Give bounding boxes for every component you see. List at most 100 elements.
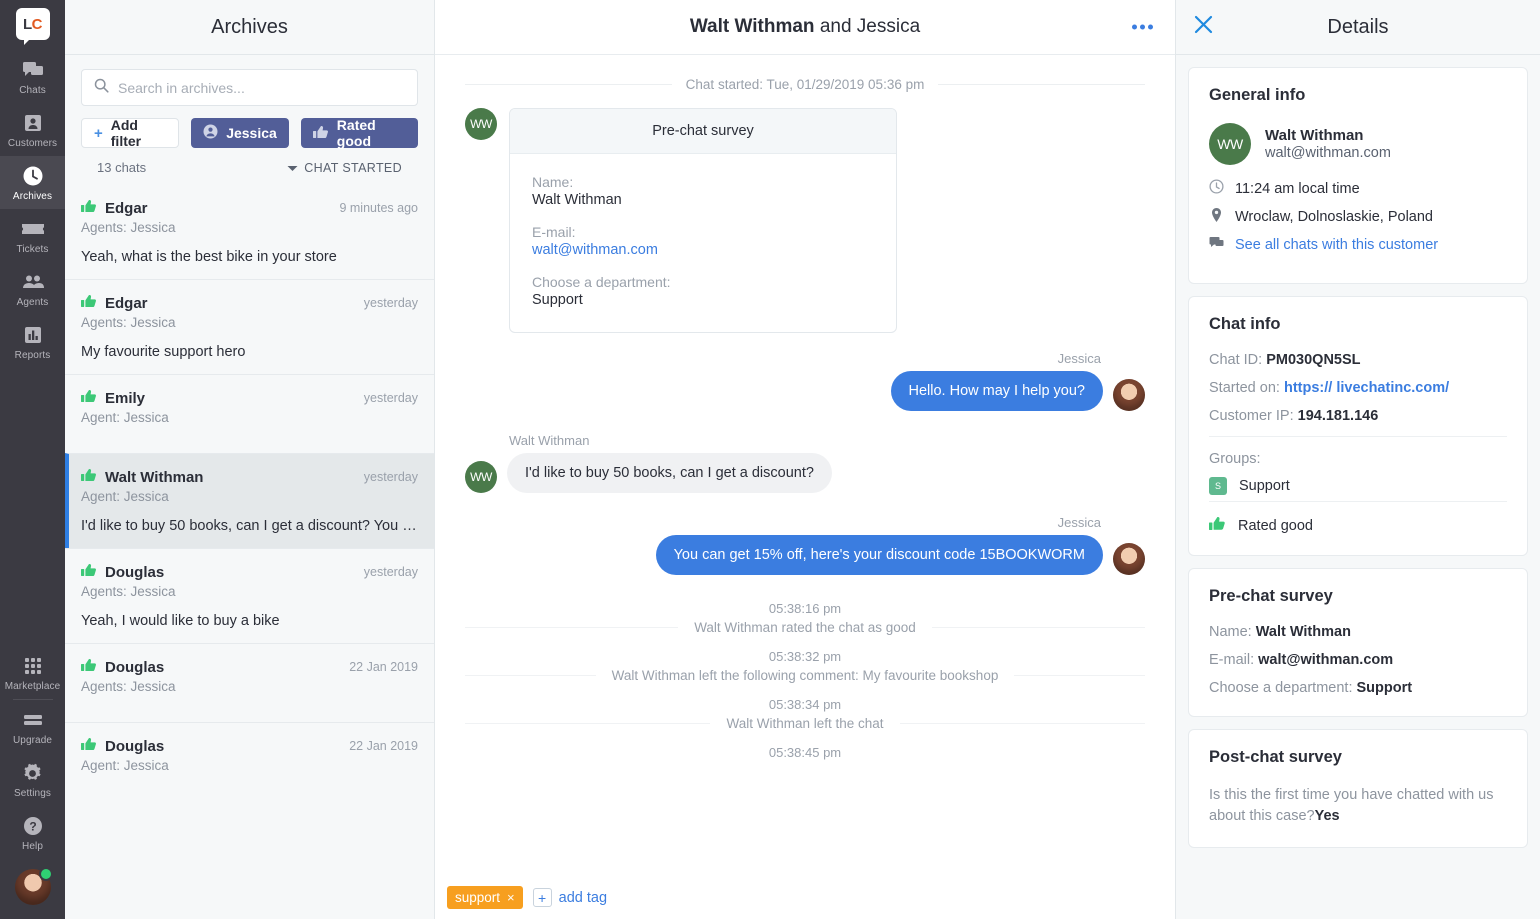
filter-chips: + Add filter Jessica Rated good bbox=[81, 117, 418, 149]
message-bubble: You can get 15% off, here's your discoun… bbox=[655, 535, 1103, 576]
list-item[interactable]: Emily yesterday Agent: Jessica bbox=[65, 374, 434, 453]
list-item[interactable]: Douglas 22 Jan 2019 Agent: Jessica bbox=[65, 722, 434, 787]
filter-chip-label: Rated good bbox=[336, 117, 376, 149]
location-text: Wroclaw, Dolnoslaskie, Poland bbox=[1235, 209, 1433, 225]
sidebar-item-upgrade[interactable]: Upgrade bbox=[0, 700, 65, 753]
agent-avatar bbox=[1113, 379, 1145, 412]
archives-header: Archives bbox=[65, 0, 434, 55]
event-text: Walt Withman left the chat bbox=[726, 716, 884, 732]
system-event: 05:38:45 pm bbox=[465, 745, 1145, 760]
help-question-icon: ? bbox=[21, 815, 45, 837]
sidebar-item-label: Reports bbox=[14, 350, 51, 361]
add-tag-button[interactable]: + add tag bbox=[532, 888, 607, 907]
chat-panel: Walt Withman and Jessica Chat started: T… bbox=[435, 0, 1175, 919]
thumb-up-icon bbox=[312, 125, 329, 142]
sidebar-item-label: Settings bbox=[14, 788, 51, 799]
sidebar-item-marketplace[interactable]: Marketplace bbox=[0, 646, 65, 699]
sidebar-item-label: Customers bbox=[7, 138, 58, 149]
sidebar-item-customers[interactable]: Customers bbox=[0, 103, 65, 156]
sidebar-item-help[interactable]: ? Help bbox=[0, 806, 65, 859]
filter-chip-agent[interactable]: Jessica bbox=[191, 118, 289, 148]
pre-survey-question: Choose a department: bbox=[1209, 680, 1353, 696]
close-icon[interactable] bbox=[1194, 15, 1213, 39]
chat-bubble-icon bbox=[1209, 236, 1224, 254]
survey-question: Name: bbox=[532, 174, 574, 190]
post-survey-question: Is this the first time you have chatted … bbox=[1209, 787, 1494, 825]
avatar-initials: WW bbox=[1217, 136, 1243, 152]
tag-bar: support × + add tag bbox=[435, 878, 1175, 919]
list-item-agents: Agents: Jessica bbox=[81, 679, 176, 694]
avatar[interactable] bbox=[14, 867, 53, 905]
pre-survey-answer: Walt Withman bbox=[1255, 624, 1351, 640]
local-time-text: 11:24 am local time bbox=[1235, 180, 1360, 197]
list-item-name: Edgar bbox=[105, 199, 148, 217]
chat-tag[interactable]: support × bbox=[447, 886, 523, 909]
message-bubble: I'd like to buy 50 books, can I get a di… bbox=[507, 453, 832, 494]
sidebar-item-label: Help bbox=[22, 841, 43, 852]
online-status-dot bbox=[38, 867, 53, 881]
remove-tag-icon[interactable]: × bbox=[507, 890, 515, 905]
filter-chip-label: Jessica bbox=[226, 125, 277, 141]
pre-chat-survey-message: WW Pre-chat survey Name: Walt Withman E-… bbox=[465, 108, 1145, 333]
thumb-up-icon bbox=[81, 468, 97, 486]
search-input[interactable]: Search in archives... bbox=[81, 69, 418, 106]
event-text: Walt Withman rated the chat as good bbox=[694, 620, 916, 636]
list-item[interactable]: Edgar 9 minutes ago Agents: Jessica Yeah… bbox=[65, 185, 434, 279]
sidebar-item-reports[interactable]: Reports bbox=[0, 315, 65, 368]
thumb-up-icon bbox=[81, 563, 97, 581]
sidebar-item-label: Marketplace bbox=[4, 681, 61, 692]
pre-survey-answer: walt@withman.com bbox=[1258, 652, 1394, 668]
divider bbox=[1209, 436, 1507, 437]
chat-started-label: Chat started: Tue, 01/29/2019 05:36 pm bbox=[685, 77, 925, 92]
sidebar-item-chats[interactable]: Chats bbox=[0, 50, 65, 103]
chevron-down-icon bbox=[287, 161, 298, 175]
started-on-link[interactable]: https:// livechatinc.com/ bbox=[1284, 380, 1449, 396]
sidebar-item-settings[interactable]: Settings bbox=[0, 753, 65, 806]
list-item-name: Walt Withman bbox=[105, 468, 204, 486]
list-item[interactable]: Douglas yesterday Agents: Jessica Yeah, … bbox=[65, 548, 434, 643]
search-icon bbox=[94, 78, 109, 98]
sort-control[interactable]: CHAT STARTED bbox=[287, 161, 402, 175]
list-item[interactable]: Douglas 22 Jan 2019 Agents: Jessica bbox=[65, 643, 434, 722]
thumb-up-icon bbox=[81, 199, 97, 217]
list-item-agents: Agents: Jessica bbox=[81, 220, 176, 235]
archives-chat-list[interactable]: Edgar 9 minutes ago Agents: Jessica Yeah… bbox=[65, 185, 434, 919]
sidebar-item-label: Agents bbox=[16, 297, 49, 308]
chat-count: 13 chats bbox=[97, 160, 147, 175]
list-item-name: Emily bbox=[105, 389, 146, 407]
sidebar-item-agents[interactable]: Agents bbox=[0, 262, 65, 315]
filter-chip-rating[interactable]: Rated good bbox=[300, 117, 418, 149]
pre-chat-survey-heading: Pre-chat survey bbox=[1209, 587, 1333, 605]
marketplace-grid-icon bbox=[21, 655, 45, 677]
post-chat-survey-heading: Post-chat survey bbox=[1209, 748, 1342, 766]
see-all-chats-link[interactable]: See all chats with this customer bbox=[1209, 236, 1507, 254]
person-icon bbox=[203, 124, 218, 142]
list-item[interactable]: Edgar yesterday Agents: Jessica My favou… bbox=[65, 279, 434, 374]
tickets-icon bbox=[21, 218, 45, 240]
more-options-icon[interactable] bbox=[1132, 24, 1153, 30]
post-survey-answer: Yes bbox=[1314, 808, 1340, 825]
livechat-logo[interactable]: LC bbox=[15, 8, 50, 45]
survey-answer: Walt Withman bbox=[532, 192, 622, 208]
chat-header: Walt Withman and Jessica bbox=[435, 0, 1175, 55]
livechat-app: LC Chats Customers Archives Tickets Agen… bbox=[0, 0, 1540, 919]
list-item-preview: Yeah, I would like to buy a bike bbox=[81, 613, 280, 629]
customer-name: Walt Withman bbox=[1265, 127, 1364, 144]
list-item-agents: Agents: Jessica bbox=[81, 315, 176, 330]
add-filter-button[interactable]: + Add filter bbox=[81, 117, 180, 149]
event-time: 05:38:16 pm bbox=[768, 601, 842, 617]
started-on-row: Started on: https:// livechatinc.com/ bbox=[1209, 380, 1507, 396]
customer-email: walt@withman.com bbox=[1265, 145, 1391, 161]
page-title: Archives bbox=[211, 15, 288, 38]
sidebar-item-archives[interactable]: Archives bbox=[0, 156, 65, 209]
divider bbox=[1209, 501, 1507, 502]
chat-id-value: PM030QN5SL bbox=[1266, 352, 1361, 368]
list-item-time: 22 Jan 2019 bbox=[349, 739, 418, 753]
list-item-selected[interactable]: Walt Withman yesterday Agent: Jessica I'… bbox=[65, 453, 434, 548]
system-event: 05:38:16 pm Walt Withman rated the chat … bbox=[465, 601, 1145, 635]
survey-answer-email[interactable]: walt@withman.com bbox=[532, 242, 874, 258]
event-text: Walt Withman left the following comment:… bbox=[611, 668, 999, 684]
pre-survey-row: E-mail: walt@withman.com bbox=[1209, 652, 1507, 668]
main-nav-rail: LC Chats Customers Archives Tickets Agen… bbox=[0, 0, 65, 919]
sidebar-item-tickets[interactable]: Tickets bbox=[0, 209, 65, 262]
